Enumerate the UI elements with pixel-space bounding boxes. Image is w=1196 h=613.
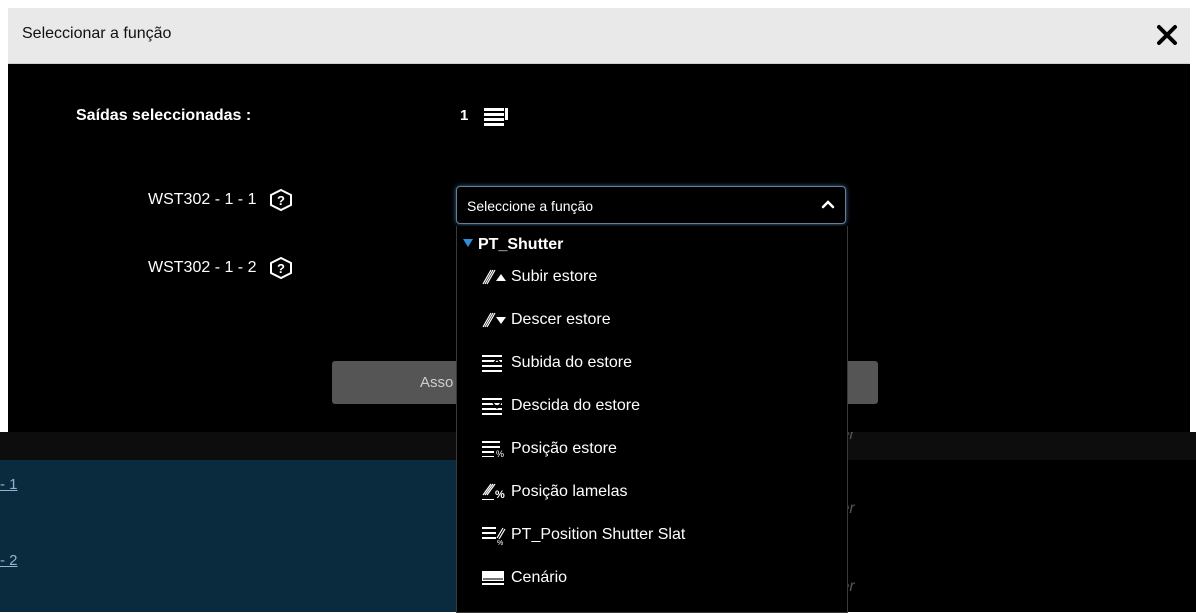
function-select[interactable]: Seleccione a função (456, 186, 846, 224)
associate-button-label: Asso (420, 374, 454, 391)
dialog-title: Seleccionar a função (22, 25, 172, 42)
selected-outputs-count: 1 (460, 107, 469, 124)
dialog-header: Seleccionar a função (8, 8, 1190, 64)
output-row-2: WST302 - 1 - 2 ? (148, 256, 293, 280)
output-name: WST302 - 1 - 2 (148, 259, 257, 276)
scene-icon (482, 571, 504, 585)
shutter-position-icon: % (482, 441, 504, 459)
option-pt-position-shutter-slat[interactable]: % PT_Position Shutter Slat (479, 524, 685, 554)
expand-triangle-icon (463, 239, 473, 247)
slat-position-icon: % (482, 483, 505, 501)
option-posicao-estore[interactable]: % Posição estore (479, 438, 617, 468)
shutter-icon (484, 108, 508, 126)
close-button[interactable] (1156, 18, 1186, 52)
svg-text:?: ? (277, 261, 285, 276)
svg-text:%: % (495, 489, 505, 501)
close-icon (1157, 25, 1177, 45)
option-descer-estore[interactable]: Descer estore (479, 309, 611, 339)
function-select-value: Seleccione a função (467, 198, 594, 214)
help-icon[interactable]: ? (269, 188, 293, 212)
option-group-header: PT_Shutter (463, 236, 563, 254)
option-subir-estore[interactable]: Subir estore (479, 266, 597, 296)
option-subida-do-estore[interactable]: Subida do estore (479, 352, 632, 382)
option-descida-do-estore[interactable]: Descida do estore (479, 395, 640, 425)
shutter-raise-icon (482, 355, 502, 372)
function-dropdown-list: PT_Shutter Subir estore Descer estore Su… (456, 226, 848, 613)
svg-text:%: % (497, 540, 503, 546)
shutter-down-icon (482, 312, 506, 328)
background-row-2-link[interactable]: - 2 (0, 552, 18, 569)
svg-text:%: % (496, 449, 504, 459)
selected-outputs-label: Saídas seleccionadas : (76, 107, 252, 124)
shutter-lower-icon (482, 398, 502, 415)
output-row-1: WST302 - 1 - 1 ? (148, 188, 293, 212)
shutter-up-icon (482, 269, 506, 285)
chevron-up-icon (821, 200, 835, 209)
option-cenario[interactable]: Cenário (479, 567, 567, 597)
svg-text:?: ? (277, 193, 285, 208)
help-icon[interactable]: ? (269, 256, 293, 280)
option-posicao-lamelas[interactable]: % Posição lamelas (479, 481, 628, 511)
output-name: WST302 - 1 - 1 (148, 191, 257, 208)
shutter-slat-position-icon: % (482, 527, 506, 546)
background-row-1-link[interactable]: - 1 (0, 476, 18, 493)
